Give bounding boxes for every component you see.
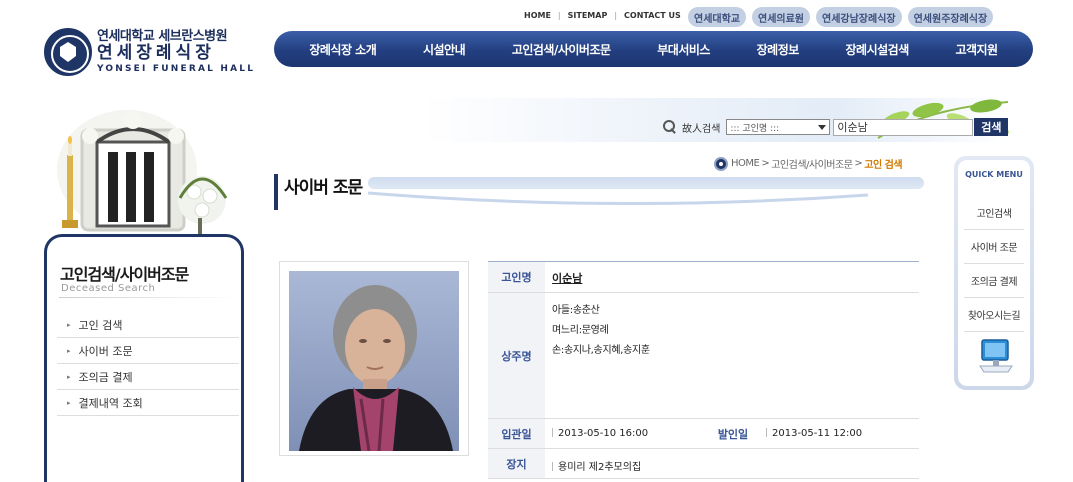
chevron-right-icon: ▸ [67,320,71,329]
logo-line1: 연세대학교 세브란스병원 [97,29,228,44]
home-link[interactable]: HOME [524,11,551,20]
mourner-item: 아들:송춘산 [552,305,600,316]
sidebar-item-label: 결제내역 조회 [78,396,143,410]
quick-item-directions[interactable]: 찾아오시는길 [964,298,1024,332]
nav-facilities[interactable]: 시설안내 [423,41,466,58]
breadcrumb-home[interactable]: HOME [731,158,760,169]
burial-place: 용미리 제2추모의집 [552,458,641,473]
quick-menu-panel: QUICK MENU 고인검색 사이버 조문 조의금 결제 찾아오시는길 [958,160,1030,386]
util-separator: | [557,11,561,20]
chevron-right-icon: ▸ [67,372,71,381]
nav-services[interactable]: 부대서비스 [657,41,710,58]
nav-deceased-search[interactable]: 고인검색/사이버조문 [512,41,611,58]
logo-text: 연세대학교 세브란스병원 연세장례식장 YONSEI FUNERAL HALL [97,30,255,74]
sidebar-item-cyber-condolence[interactable]: ▸ 사이버 조문 [57,338,239,364]
logo-line2: 연세장례식장 [97,43,215,63]
wonju-funeral-button[interactable]: 연세원주장례식장 [907,7,994,27]
chevron-right-icon: ▸ [67,346,71,355]
mourners-list: 아들:송춘산 며느리:문영례 손:송지나,송지혜,송지훈 [552,301,650,361]
funeral-wreath-image [52,100,242,240]
nav-customer-support[interactable]: 고객지원 [955,41,998,58]
name-label: 고인명 [488,262,545,292]
table-row-burial-place: 장지 용미리 제2추모의집 [488,449,919,479]
quick-item-condolence-payment[interactable]: 조의금 결제 [964,264,1024,298]
chevron-right-icon: ▸ [67,398,71,407]
search-type-select[interactable]: ::: 고인명 ::: [726,119,831,135]
breadcrumb-section[interactable]: 고인검색/사이버조문 [771,156,853,171]
page-title-accent [274,174,278,210]
deceased-info-table: 고인명 이순남 상주명 아들:송춘산 며느리:문영례 손:송지나,송지혜,송지훈… [488,261,919,482]
breadcrumb-separator: > [761,158,770,169]
sidebar-item-label: 고인 검색 [78,318,123,332]
encoffin-date: 2013-05-10 16:00 [552,428,648,439]
deceased-photo-frame [279,261,469,456]
gangnam-funeral-button[interactable]: 연세강남장례식장 [816,7,902,27]
site-logo[interactable]: 연세대학교 세브란스병원 연세장례식장 YONSEI FUNERAL HALL [44,26,254,78]
nav-about[interactable]: 장례식장 소개 [309,41,376,58]
breadcrumb-current: 고인 검색 [864,160,903,171]
nav-facility-search[interactable]: 장례시설검색 [846,41,910,58]
deceased-portrait-image [289,271,459,451]
title-swoosh-decoration [368,191,868,206]
hospital-links: 연세대학교 연세의료원 연세강남장례식장 연세원주장례식장 [688,7,994,27]
sidebar-divider [59,297,239,298]
page-title: 사이버 조문 [284,178,363,198]
magnifier-icon [662,119,678,135]
sidebar-item-label: 사이버 조문 [78,344,133,358]
search-label: 故人검색 [682,123,721,135]
sidebar-item-label: 조의금 결제 [78,370,133,384]
mourner-item: 며느리:문영례 [552,325,609,336]
caret-down-icon [818,124,827,130]
main-navigation: 장례식장 소개 시설안내 고인검색/사이버조문 부대서비스 장례정보 장례시설검… [274,31,1033,67]
deceased-name[interactable]: 이순남 [552,270,582,286]
sitemap-link[interactable]: SITEMAP [568,11,608,20]
title-decoration-bar [368,177,924,189]
mourner-item: 손:송지나,송지혜,송지훈 [552,345,650,356]
sidebar-menu: ▸ 고인 검색 ▸ 사이버 조문 ▸ 조의금 결제 ▸ 결제내역 조회 [57,312,239,416]
encoffin-label: 입관일 [488,419,545,448]
yonsei-university-button[interactable]: 연세대학교 [688,7,746,27]
table-row-name: 고인명 이순남 [488,262,919,293]
quick-menu-list: 고인검색 사이버 조문 조의금 결제 찾아오시는길 [964,196,1024,332]
deceased-search-form: 故人검색 ::: 고인명 ::: 검색 [662,117,1009,137]
departure-date: 2013-05-11 12:00 [766,428,862,439]
sidebar-item-payment-history[interactable]: ▸ 결제내역 조회 [57,390,239,416]
quick-menu-title: QUICK MENU [965,170,1023,179]
nav-funeral-info[interactable]: 장례정보 [757,41,800,58]
contact-us-link[interactable]: CONTACT US [624,11,681,20]
table-row-mourners: 상주명 아들:송춘산 며느리:문영례 손:송지나,송지혜,송지훈 [488,293,919,419]
search-type-value: ::: 고인명 ::: [730,123,780,134]
sidebar-title: 고인검색/사이버조문 [60,265,189,284]
departure-label: 발인일 [717,427,749,441]
sidebar-subtitle: Deceased Search [61,283,156,294]
side-navigation: 고인검색/사이버조문 Deceased Search ▸ 고인 검색 ▸ 사이버… [44,234,244,482]
util-separator: | [614,11,618,20]
mourners-label: 상주명 [488,293,545,418]
place-label: 장지 [488,449,545,478]
search-input[interactable] [833,118,974,136]
table-row-dates: 입관일 2013-05-10 16:00 발인일 2013-05-11 12:0… [488,419,919,449]
quick-item-cyber-condolence[interactable]: 사이버 조문 [964,230,1024,264]
yonsei-medical-button[interactable]: 연세의료원 [752,7,810,27]
computer-icon[interactable] [976,336,1016,376]
quick-menu: QUICK MENU 고인검색 사이버 조문 조의금 결제 찾아오시는길 [954,156,1034,390]
quick-item-deceased-search[interactable]: 고인검색 [964,196,1024,230]
utility-links: HOME | SITEMAP | CONTACT US [524,11,681,20]
breadcrumb-separator: > [854,158,863,169]
sidebar-item-condolence-payment[interactable]: ▸ 조의금 결제 [57,364,239,390]
yonsei-emblem-icon [44,28,92,76]
breadcrumb: HOME > 고인검색/사이버조문 > 고인 검색 [714,156,903,171]
home-icon [714,156,728,171]
search-button[interactable]: 검색 [974,118,1009,136]
sidebar-item-deceased-search[interactable]: ▸ 고인 검색 [57,312,239,338]
logo-line3: YONSEI FUNERAL HALL [97,64,256,74]
